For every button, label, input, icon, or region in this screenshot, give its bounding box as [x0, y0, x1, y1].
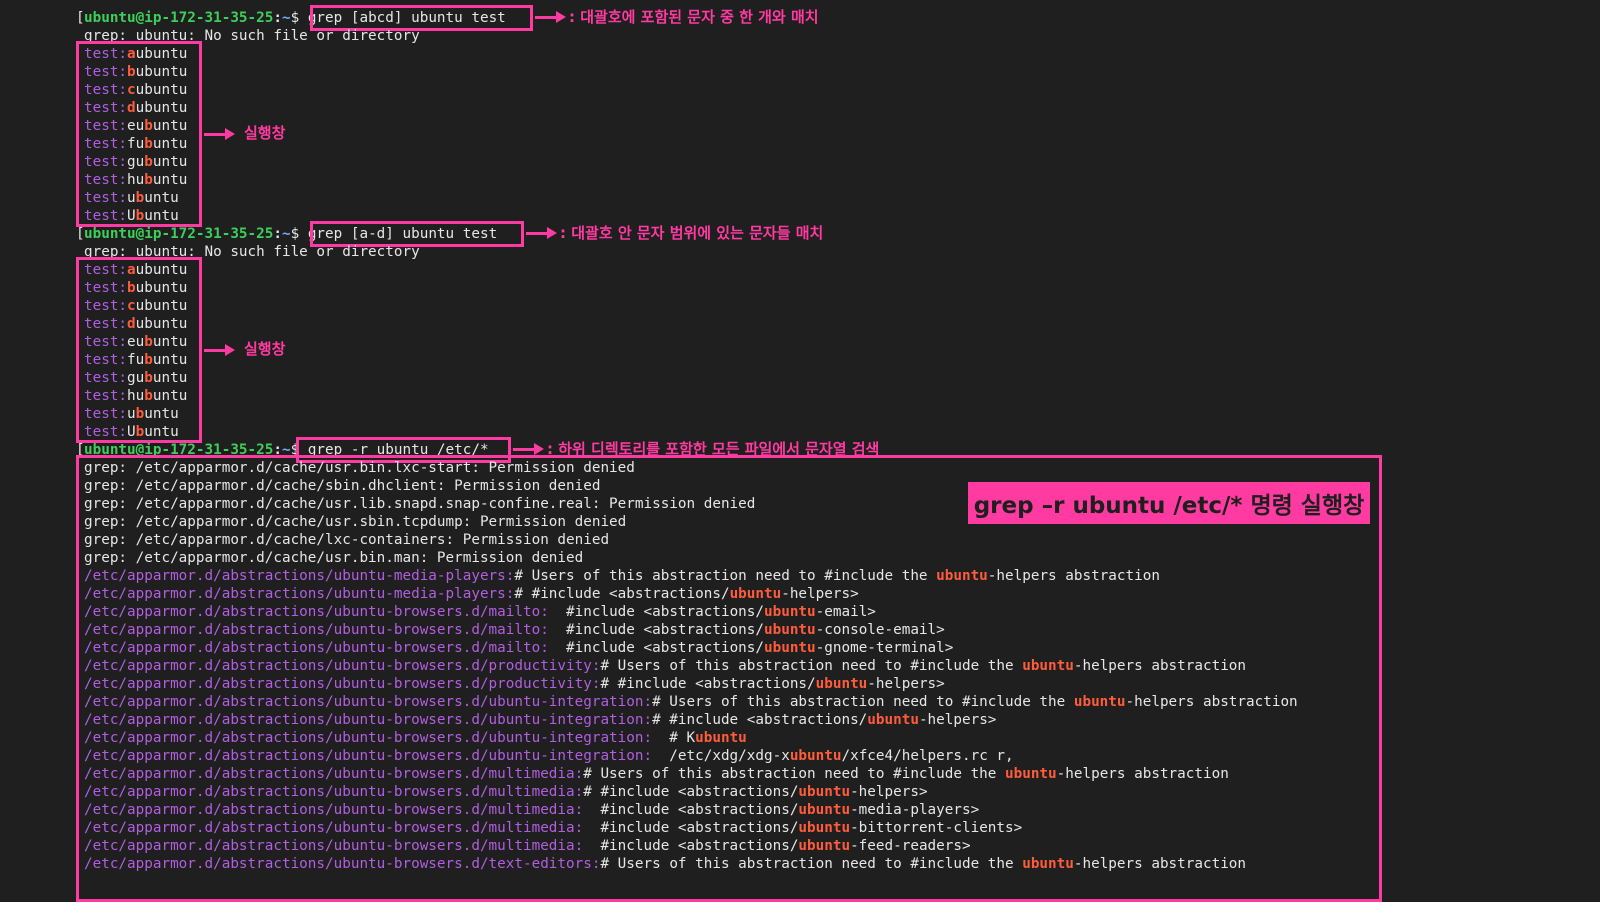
- prompt-user-host: ubuntu@ip-172-31-35-25: [84, 10, 274, 26]
- results-label: 실행창: [244, 124, 286, 142]
- prompt-tilde: ~: [281, 10, 291, 26]
- arrow-icon: [526, 227, 557, 239]
- arrow-icon: [513, 443, 544, 455]
- command-note: : 대괄호 안 문자 범위에 있는 문자들 매치: [560, 224, 824, 242]
- terminal-window[interactable]: [ubuntu@ip-172-31-35-25:~$ grep [abcd] u…: [0, 0, 1600, 902]
- prompt-dollar: $: [290, 10, 308, 26]
- prompt-dollar: $: [290, 226, 308, 242]
- arrow-icon: [535, 11, 566, 23]
- result-title-badge: grep –r ubuntu /etc/* 명령 실행창: [968, 482, 1370, 524]
- results-highlight: [76, 41, 202, 227]
- prompt-colon: :: [273, 226, 282, 242]
- prompt-user-host: ubuntu@ip-172-31-35-25: [84, 226, 274, 242]
- command-note: : 대괄호에 포함된 문자 중 한 개와 매치: [569, 8, 819, 26]
- prompt-colon: :: [273, 10, 282, 26]
- prompt-tilde: ~: [281, 226, 291, 242]
- results-highlight: [76, 257, 202, 443]
- results-label: 실행창: [244, 340, 286, 358]
- arrow-icon: [204, 344, 235, 356]
- arrow-icon: [204, 128, 235, 140]
